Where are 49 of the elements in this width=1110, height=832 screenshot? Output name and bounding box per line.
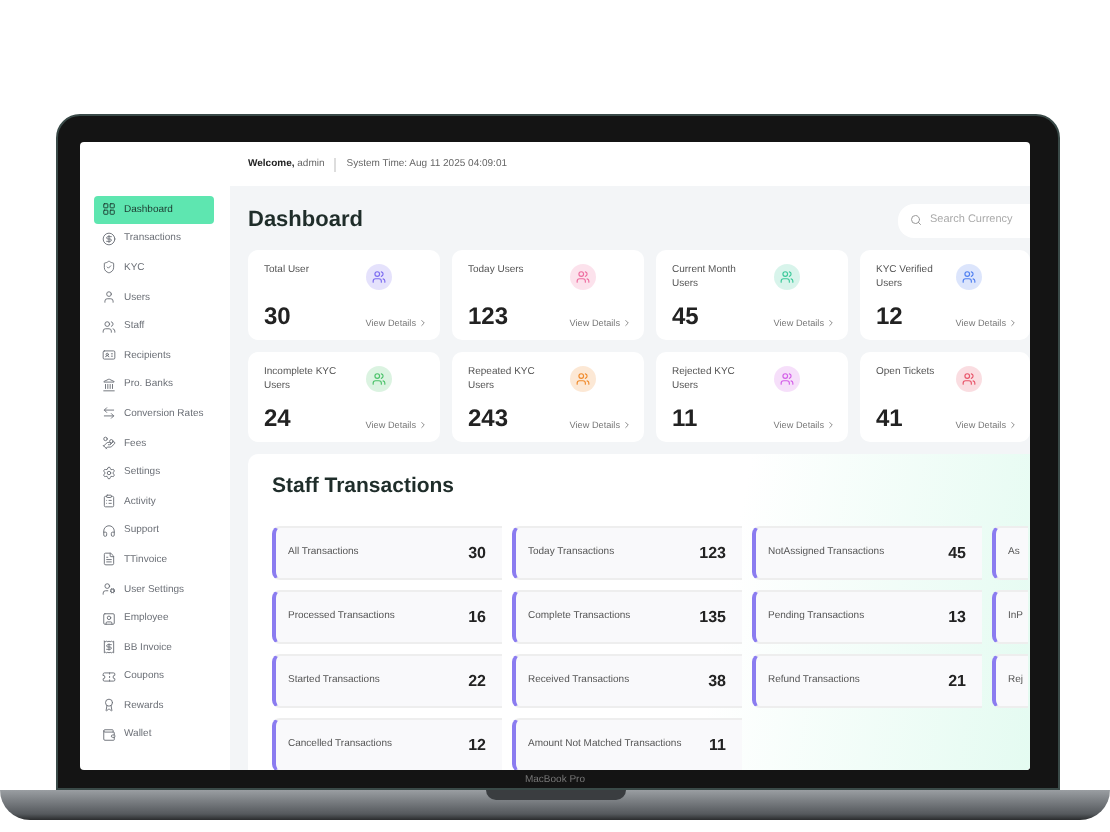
clipboard-icon (102, 494, 116, 509)
chevron-right-icon (418, 318, 428, 328)
dollar-coin-icon (102, 231, 116, 246)
bank-icon (102, 377, 116, 392)
headset-icon (102, 523, 116, 538)
shield-icon (102, 260, 116, 275)
stat-value: 123 (468, 304, 511, 328)
transaction-count: 11 (709, 736, 726, 754)
transaction-count: 30 (468, 544, 486, 562)
stat-value: 11 (672, 406, 700, 430)
chevron-right-icon (418, 420, 428, 430)
search-icon (910, 214, 922, 226)
transaction-count: 45 (948, 544, 966, 562)
chevron-right-icon (826, 318, 836, 328)
stat-value: 30 (264, 304, 293, 328)
stat-value: 41 (876, 406, 905, 430)
receipt-icon (102, 640, 116, 655)
chevron-right-icon (1008, 420, 1018, 430)
grid-icon (102, 202, 116, 217)
transaction-count: 38 (708, 672, 726, 690)
transaction-count: 21 (948, 672, 966, 690)
stat-value: 243 (468, 406, 511, 430)
users-icon (102, 319, 116, 334)
award-icon (102, 698, 116, 713)
stat-value: 12 (876, 304, 905, 328)
chevron-right-icon (826, 420, 836, 430)
transaction-count: 16 (468, 608, 486, 626)
id-card-icon (102, 348, 116, 363)
user-gear-icon (102, 582, 116, 597)
hand-coins-icon (102, 436, 116, 451)
transaction-count: 13 (948, 608, 966, 626)
user-icon (102, 290, 116, 305)
chevron-right-icon (622, 318, 632, 328)
stat-value: 45 (672, 304, 701, 328)
ticket-icon (102, 669, 116, 684)
settings-icon (102, 465, 116, 480)
chevron-right-icon (1008, 318, 1018, 328)
transaction-count: 22 (468, 672, 486, 690)
wallet-icon (102, 727, 116, 742)
exchange-icon (102, 406, 116, 421)
document-icon (102, 552, 116, 567)
user-badge-icon (102, 611, 116, 626)
transaction-count: 12 (468, 736, 486, 754)
stat-value: 24 (264, 406, 293, 430)
section-title: Staff Transactions (272, 474, 457, 498)
page-title: Dashboard (248, 208, 363, 232)
chevron-right-icon (622, 420, 632, 430)
transaction-count: 123 (699, 544, 726, 562)
transaction-count: 135 (699, 608, 726, 626)
